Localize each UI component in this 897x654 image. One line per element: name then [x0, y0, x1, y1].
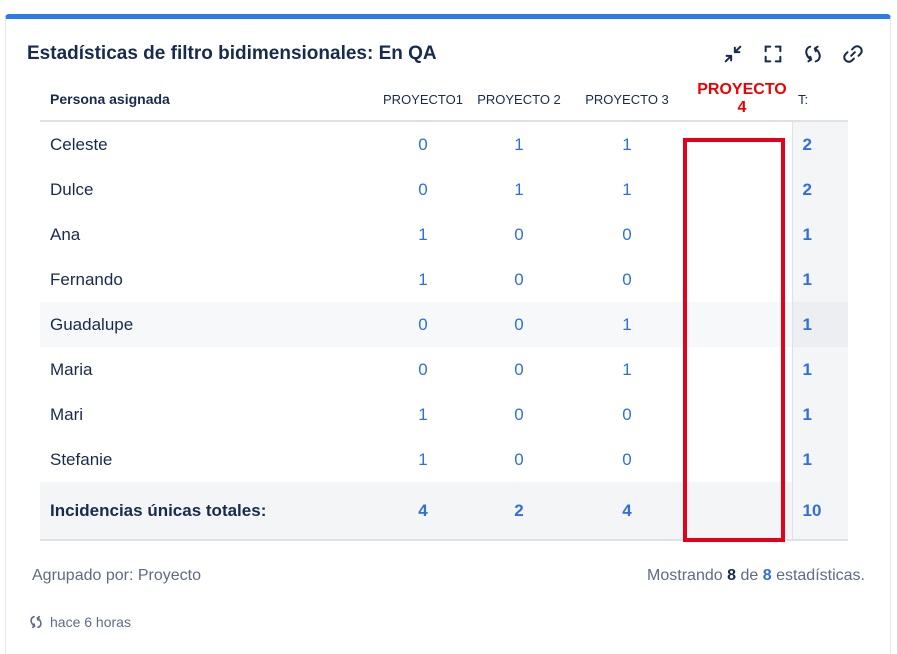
assignee-name: Mari [50, 404, 84, 424]
count-link[interactable]: 1 [562, 302, 692, 347]
summary-count-link[interactable]: 4 [562, 482, 692, 541]
gadget-actions [720, 41, 866, 67]
showing-suffix: estadísticas. [776, 567, 865, 584]
total-count-link[interactable]: 8 [763, 567, 772, 584]
summary-row: Incidencias únicas totales: 4 2 4 10 [40, 482, 848, 541]
assignee-name: Fernando [50, 269, 123, 289]
assignee-name: Dulce [50, 179, 94, 199]
last-refreshed[interactable]: hace 6 horas [28, 614, 131, 630]
header-total: T: [792, 78, 848, 122]
grand-total-link[interactable]: 10 [791, 482, 848, 541]
assignee-name: Guadalupe [40, 302, 370, 347]
count-link[interactable]: 0 [476, 437, 562, 482]
summary-count-link[interactable]: 4 [370, 482, 476, 541]
row-total-link[interactable]: 1 [791, 257, 848, 302]
count-link[interactable]: 1 [562, 167, 692, 212]
count-link[interactable]: 0 [562, 212, 692, 257]
fullscreen-icon[interactable] [760, 41, 786, 67]
count-link[interactable]: 1 [370, 212, 476, 257]
row-total-link[interactable]: 1 [791, 392, 848, 437]
count-link[interactable]: 0 [562, 392, 692, 437]
count-link[interactable]: 1 [370, 257, 476, 302]
refresh-small-icon [30, 615, 42, 629]
count-link[interactable]: 0 [476, 212, 562, 257]
count-link[interactable]: 0 [370, 302, 476, 347]
assignee-name: Stefanie [50, 449, 113, 469]
minimize-icon[interactable] [720, 41, 746, 67]
count-link [692, 347, 792, 392]
count-link [692, 167, 792, 212]
count-link[interactable]: 0 [476, 347, 562, 392]
showing-prefix: Mostrando [647, 567, 723, 584]
table-row: Stefanie 1 0 0 1 [40, 437, 848, 482]
count-link[interactable]: 1 [562, 121, 692, 167]
row-total-link[interactable]: 1 [791, 347, 848, 392]
count-link[interactable]: 0 [562, 257, 692, 302]
header-project-3[interactable]: PROYECTO 3 [562, 78, 692, 122]
row-total-link[interactable]: 1 [791, 212, 848, 257]
count-link[interactable]: 0 [476, 392, 562, 437]
count-link[interactable]: 1 [476, 121, 562, 167]
table-header-row: Persona asignada PROYECTO1 PROYECTO 2 PR… [40, 78, 848, 122]
gadget-title: Estadísticas de filtro bidimensionales: … [27, 43, 437, 64]
count-link [692, 121, 792, 167]
count-link[interactable]: 1 [562, 347, 692, 392]
refresh-icon[interactable] [800, 41, 826, 67]
table-row: Maria 0 0 1 1 [40, 347, 848, 392]
count-link [692, 212, 792, 257]
row-total-link[interactable]: 2 [791, 121, 848, 167]
assignee-name: Maria [50, 359, 93, 379]
table-row: Fernando 1 0 0 1 [40, 257, 848, 302]
table-row: Ana 1 0 0 1 [40, 212, 848, 257]
count-link [692, 257, 792, 302]
table-row: Dulce 0 1 1 2 [40, 167, 848, 212]
count-link [692, 302, 792, 347]
count-link [692, 437, 792, 482]
count-link[interactable]: 0 [476, 257, 562, 302]
count-link[interactable]: 0 [562, 437, 692, 482]
assignee-name: Celeste [50, 134, 108, 154]
row-total-link[interactable]: 2 [791, 167, 848, 212]
row-total-link[interactable]: 1 [791, 302, 848, 347]
count-link[interactable]: 0 [370, 347, 476, 392]
count-link[interactable]: 0 [370, 167, 476, 212]
table-row: Celeste 0 1 1 2 [40, 121, 848, 167]
count-link[interactable]: 1 [370, 437, 476, 482]
count-link[interactable]: 1 [370, 392, 476, 437]
assignee-name: Ana [50, 224, 81, 244]
summary-label: Incidencias únicas totales: [40, 482, 370, 541]
header-project-2[interactable]: PROYECTO 2 [476, 78, 562, 122]
of-text: de [740, 567, 759, 584]
summary-count-link[interactable]: 2 [476, 482, 562, 541]
header-project-4[interactable]: PROYECTO 4 [692, 78, 792, 122]
summary-count-link [692, 482, 792, 541]
header-person[interactable]: Persona asignada [40, 78, 370, 122]
count-link[interactable]: 0 [370, 121, 476, 167]
row-total-link[interactable]: 1 [791, 437, 848, 482]
link-icon[interactable] [840, 41, 866, 67]
count-link [692, 392, 792, 437]
grouped-by-text: Agrupado por: Proyecto [32, 567, 201, 584]
two-dimensional-stats-table: Persona asignada PROYECTO1 PROYECTO 2 PR… [40, 78, 848, 541]
shown-count: 8 [727, 567, 736, 584]
table-row: Guadalupe 0 0 1 1 [40, 302, 848, 347]
refreshed-time: hace 6 horas [50, 614, 131, 630]
showing-summary: Mostrando 8 de 8 estadísticas. [647, 567, 865, 585]
count-link[interactable]: 0 [476, 302, 562, 347]
header-project-1[interactable]: PROYECTO1 [370, 78, 476, 122]
table-row: Mari 1 0 0 1 [40, 392, 848, 437]
count-link[interactable]: 1 [476, 167, 562, 212]
